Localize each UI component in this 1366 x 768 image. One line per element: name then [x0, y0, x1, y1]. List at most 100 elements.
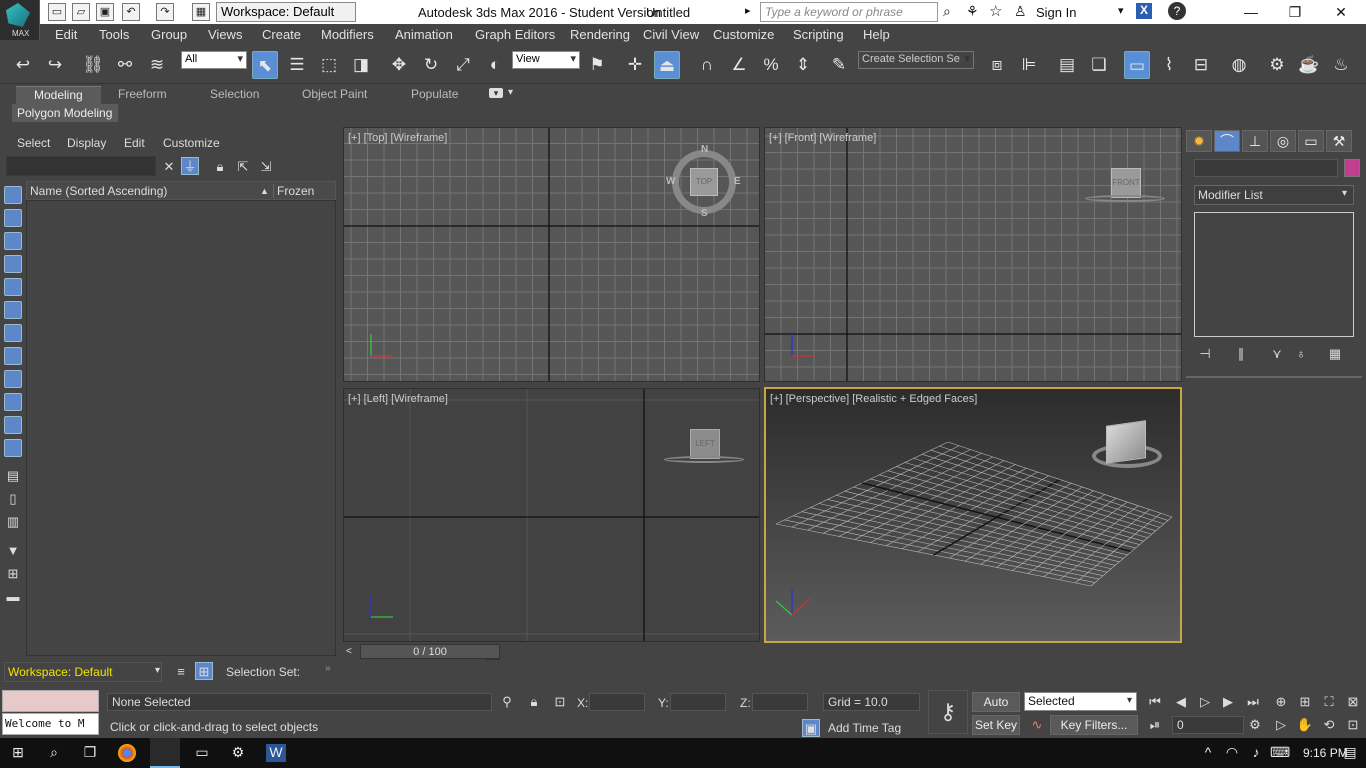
menu-create[interactable]: Create: [262, 27, 301, 42]
orbit-icon[interactable]: ⟲: [1320, 716, 1338, 734]
key-filters-button[interactable]: Key Filters...: [1050, 715, 1138, 735]
maxscript-mini-listener[interactable]: [2, 690, 99, 712]
play-icon[interactable]: ▷: [1196, 693, 1214, 711]
command-prompt-icon[interactable]: ▭: [192, 744, 212, 762]
modifier-list-dropdown[interactable]: Modifier List: [1194, 185, 1354, 205]
key-mode-icon[interactable]: ⏯: [1146, 716, 1164, 734]
show-end-result-icon[interactable]: ∥: [1232, 345, 1250, 363]
expand-arrow-icon[interactable]: ▸: [745, 4, 751, 17]
task-view-icon[interactable]: ❐: [80, 744, 100, 762]
pan-view-icon[interactable]: ✋: [1296, 716, 1314, 734]
pin-stack-icon[interactable]: ⊣: [1196, 345, 1214, 363]
viewport-top-label[interactable]: [+] [Top] [Wireframe]: [348, 132, 447, 144]
rectangular-selection-icon[interactable]: ⬚: [316, 51, 342, 79]
wifi-icon[interactable]: ◠: [1222, 744, 1242, 762]
help-icon[interactable]: ?: [1168, 2, 1186, 20]
ribbon-tab-freeform[interactable]: Freeform: [118, 86, 167, 104]
word-icon[interactable]: W: [266, 744, 286, 762]
lock-icon[interactable]: 🔒︎: [211, 158, 229, 176]
workspace-dropdown[interactable]: Workspace: Default: [216, 2, 356, 22]
menu-graph-editors[interactable]: Graph Editors: [475, 27, 555, 42]
modifier-list-dropdown-icon[interactable]: ▾: [1342, 188, 1347, 199]
scene-menu-display[interactable]: Display: [67, 136, 106, 150]
previous-frame-icon[interactable]: ◀: [1172, 693, 1190, 711]
set-key-button[interactable]: Set Key: [972, 715, 1020, 735]
material-editor-icon[interactable]: ◍: [1226, 51, 1252, 79]
viewport-top[interactable]: [+] [Top] [Wireframe] TOP N S W E: [343, 127, 760, 382]
display-frozen-icon[interactable]: [4, 416, 22, 434]
auto-key-button[interactable]: Auto Key: [972, 692, 1020, 727]
create-tab-icon[interactable]: ✹: [1186, 130, 1212, 152]
selection-filter-dropdown[interactable]: All: [181, 51, 247, 69]
redo-icon[interactable]: ↪: [42, 51, 68, 79]
angle-snap-icon[interactable]: ∠: [726, 51, 752, 79]
scale-icon[interactable]: ⤢: [450, 51, 476, 79]
favorites-star-icon[interactable]: ☆: [989, 2, 1002, 20]
exchange-icon[interactable]: X: [1136, 3, 1152, 19]
scene-menu-customize[interactable]: Customize: [163, 136, 220, 150]
redo-icon[interactable]: ↷: [156, 3, 174, 21]
menu-animation[interactable]: Animation: [395, 27, 453, 42]
ribbon-tab-populate[interactable]: Populate: [411, 86, 458, 104]
time-slider[interactable]: 0 / 100: [360, 644, 500, 659]
object-color-swatch[interactable]: [1344, 159, 1360, 177]
link-icon[interactable]: ⛓: [80, 51, 106, 79]
make-unique-icon[interactable]: ⋎: [1268, 345, 1286, 363]
menu-modifiers[interactable]: Modifiers: [321, 27, 374, 42]
viewcube-perspective[interactable]: [1106, 420, 1146, 464]
steam-icon[interactable]: ⚙: [228, 744, 248, 762]
render-setup-icon[interactable]: ⚙: [1264, 51, 1290, 79]
viewport-front[interactable]: [+] [Front] [Wireframe] FRONT: [764, 127, 1182, 382]
toggle-scene-explorer-icon[interactable]: ▤: [1054, 51, 1080, 79]
viewcube-top[interactable]: TOP: [690, 168, 718, 196]
move-icon[interactable]: ✥: [386, 51, 412, 79]
display-bones-icon[interactable]: [4, 370, 22, 388]
display-lights-icon[interactable]: [4, 232, 22, 250]
viewcube-left[interactable]: LEFT: [690, 429, 720, 459]
rotate-icon[interactable]: ↻: [418, 51, 444, 79]
modifier-stack[interactable]: [1194, 212, 1354, 337]
z-coordinate-field[interactable]: [752, 693, 808, 711]
field-of-view-icon[interactable]: ▷: [1272, 716, 1290, 734]
time-configuration-icon[interactable]: ⚙: [1246, 716, 1264, 734]
place-icon[interactable]: ◐: [482, 51, 508, 79]
display-hidden-icon[interactable]: [4, 439, 22, 457]
zoom-extents-icon[interactable]: ⛶: [1320, 693, 1338, 711]
display-cameras-icon[interactable]: [4, 255, 22, 273]
align-icon[interactable]: ⊫: [1016, 51, 1042, 79]
select-children-icon[interactable]: ⇱: [234, 158, 252, 176]
select-by-name-icon[interactable]: ☰: [284, 51, 310, 79]
layers-toggle-icon[interactable]: ≡: [172, 663, 190, 681]
viewport-perspective-label[interactable]: [+] [Perspective] [Realistic + Edged Fac…: [770, 393, 977, 405]
display-geometry-icon[interactable]: [4, 186, 22, 204]
modify-tab-icon[interactable]: ⌒: [1214, 130, 1240, 152]
sign-in-link[interactable]: Sign In: [1036, 5, 1076, 20]
absolute-mode-icon[interactable]: ⊡: [551, 693, 569, 711]
display-containers-icon[interactable]: [4, 393, 22, 411]
menu-help[interactable]: Help: [863, 27, 890, 42]
utilities-tab-icon[interactable]: ⚒: [1326, 130, 1352, 152]
scene-menu-edit[interactable]: Edit: [124, 136, 145, 150]
selection-set-expand-icon[interactable]: »: [325, 663, 331, 674]
scene-search-input[interactable]: [6, 156, 156, 176]
undo-icon[interactable]: ↩: [10, 51, 36, 79]
viewport-perspective[interactable]: [+] [Perspective] [Realistic + Edged Fac…: [764, 387, 1182, 643]
filter-icon[interactable]: ⏚: [181, 157, 199, 175]
configure-modifier-sets-icon[interactable]: ▦: [1326, 345, 1344, 363]
percent-snap-icon[interactable]: %: [758, 51, 784, 79]
display-groups-icon[interactable]: [4, 324, 22, 342]
curve-icon[interactable]: ∿: [1028, 716, 1046, 734]
x-coordinate-field[interactable]: [589, 693, 645, 711]
chrome-icon[interactable]: [118, 744, 136, 762]
current-frame-field[interactable]: 0: [1172, 716, 1244, 734]
application-menu-button[interactable]: MAX: [0, 0, 40, 40]
polygon-modeling-panel[interactable]: Polygon Modeling: [12, 104, 118, 122]
zoom-icon[interactable]: ⊕: [1272, 693, 1290, 711]
remove-modifier-icon[interactable]: ♁: [1292, 345, 1310, 363]
search-icon[interactable]: ⌕: [44, 744, 64, 762]
spinner-snap-icon[interactable]: ⇕: [790, 51, 816, 79]
show-hidden-icons-icon[interactable]: ^: [1198, 744, 1218, 762]
display-shapes-icon[interactable]: [4, 209, 22, 227]
viewport-left[interactable]: [+] [Left] [Wireframe] LEFT: [343, 388, 760, 642]
viewcube-front[interactable]: FRONT: [1111, 168, 1141, 198]
